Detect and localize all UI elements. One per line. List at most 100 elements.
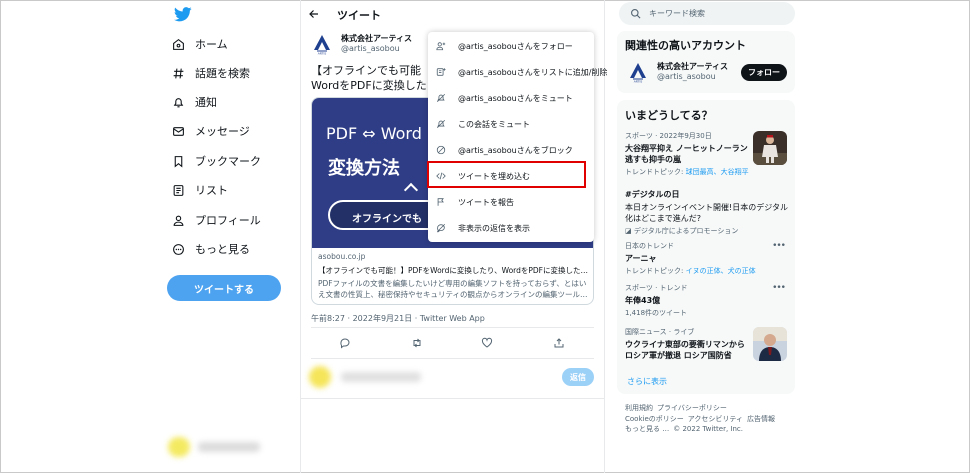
account-switcher[interactable] [168,437,278,457]
menu-item-mute-user[interactable]: @artis_asobouさんをミュート [428,86,594,110]
author-handle[interactable]: @artis_asobou [341,44,400,53]
menu-item-label: @artis_asobouさんをミュート [458,93,573,103]
follow-icon [436,42,446,51]
tweet-text-line: 【オフラインでも可能 [311,64,421,77]
more-dots-icon[interactable]: ••• [772,241,786,251]
trend-topics-prefix: トレンドトピック: [625,168,686,176]
share-icon[interactable] [553,337,565,349]
page-header: ツイート [301,0,604,28]
reply-composer[interactable] [309,364,449,390]
nav-item-label: もっと見る [195,243,250,256]
trend-category: 日本のトレンド [625,242,674,250]
footer-link[interactable]: もっと見る … [625,425,669,433]
trends-title: いまどうしてる？ [625,109,713,122]
tweet-text: 【オフラインでも可能 WordをPDFに変換した [311,63,431,93]
trend-item[interactable]: スポーツ · トレンド 年俸43億 1,418件のツイート [625,283,790,318]
trend-topics: トレンドトピック: 球団最高、大谷翔平 [625,167,790,177]
envelope-icon [173,126,184,136]
menu-item-block[interactable]: @artis_asobouさんをブロック [428,138,594,162]
hashtag-icon [173,68,184,78]
back-arrow-icon[interactable] [308,8,320,20]
card-image-subheading: 変換方法 [328,158,400,179]
menu-item-label: 非表示の返信を表示 [458,223,530,233]
artis-logo-avatar[interactable]: ARTIS [627,61,649,83]
more-dots-icon[interactable]: ••• [772,283,786,293]
tweet-text-line: WordをPDFに変換した [311,79,427,92]
trend-title: アーニャ [625,254,657,263]
twitter-bird-icon[interactable] [174,7,192,22]
trend-item-promoted[interactable]: #デジタルの日 本日オンラインイベント開催!日本のデジタル 化はどこまで進んだ?… [625,187,790,236]
trend-body: 化はどこまで進んだ? [625,214,702,223]
divider [311,358,594,359]
menu-item-label: @artis_asobouさんをブロック [458,145,573,155]
card-image-pill-label: オフラインでも [352,214,422,225]
menu-item-follow[interactable]: @artis_asobouさんをフォロー [428,34,594,58]
reply-icon[interactable] [339,337,351,349]
card-title: 【オフラインでも可能！】PDFをWordに変換したり、WordをPDFに変換した… [318,266,588,275]
trend-topics-prefix: トレンドトピック: [625,267,686,275]
promoted-label: ◪ デジタル庁によるプロモーション [625,226,790,236]
trend-topics-link[interactable]: 球団最高、大谷翔平 [686,168,749,176]
hidden-reply-icon [436,223,446,233]
nav-item-notifications[interactable]: 通知 [172,91,217,113]
menu-item-add-to-list[interactable]: @artis_asobouさんをリストに追加/削除 [428,60,607,84]
like-heart-icon[interactable] [481,337,493,349]
avatar [309,366,331,388]
footer-link[interactable]: 広告情報 [747,415,775,423]
nav-item-more[interactable]: もっと見る [172,238,250,260]
menu-item-report[interactable]: ツイートを報告 [428,190,594,214]
promoted-icon: ◪ [625,227,634,235]
speech-bubble-tail [403,182,419,198]
search-box[interactable] [619,2,795,25]
nav-item-explore[interactable]: 話題を検索 [172,62,250,84]
nav-item-lists[interactable]: リスト [172,179,228,201]
tweet-button[interactable]: ツイートする [167,275,281,301]
card-image-heading: PDF ⇔ Word [326,124,422,143]
footer-link[interactable]: Cookieのポリシー [625,415,684,423]
right-sidebar: 関連性の高いアカウント ARTIS 株式会社アーティス @artis_asobo… [617,0,795,473]
menu-item-show-hidden-replies[interactable]: 非表示の返信を表示 [428,216,594,240]
flag-icon [437,198,444,206]
retweet-icon[interactable] [411,337,423,349]
menu-item-mute-conversation[interactable]: この会話をミュート [428,112,594,136]
related-accounts-panel: 関連性の高いアカウント ARTIS 株式会社アーティス @artis_asobo… [617,31,795,93]
artis-logo-avatar[interactable]: ARTIS [311,33,333,55]
trend-item[interactable]: 日本のトレンド アーニャ トレンドトピック: イヌの正体、犬の正体 [625,241,790,276]
footer-link[interactable]: プライバシーポリシー [657,404,727,412]
nav-item-label: プロフィール [195,214,261,227]
nav-item-home[interactable]: ホーム [172,33,228,55]
menu-item-label: @artis_asobouさんをフォロー [458,41,573,51]
mute-icon [436,93,446,103]
nav-item-messages[interactable]: メッセージ [172,120,250,142]
menu-item-label: ツイートを報告 [458,197,514,207]
person-icon [173,215,184,226]
show-more-link[interactable]: さらに表示 [627,376,667,387]
author-name[interactable]: 株式会社アーティス [341,33,412,44]
trend-tweet-count: 1,418件のツイート [625,309,688,317]
footer-link[interactable]: アクセシビリティ [688,415,743,423]
reply-button[interactable]: 返信 [562,368,594,386]
trend-title: 年俸43億 [625,296,661,305]
list-add-icon [436,68,446,76]
trend-topics-link[interactable]: イヌの正体、犬の正体 [686,267,756,275]
list-icon [173,184,184,196]
footer-links: 利用規約 プライバシーポリシー Cookieのポリシー アクセシビリティ 広告情報 も… [625,403,795,435]
bookmark-icon [174,155,183,168]
home-icon [173,38,184,50]
tweet-timestamp[interactable]: 午前8:27 · 2022年9月21日 · Twitter Web App [311,313,485,324]
promoted-text: デジタル庁によるプロモーション [633,227,739,235]
nav-item-profile[interactable]: プロフィール [172,209,261,231]
follow-button[interactable]: フォロー [741,64,787,81]
trend-body: 本日オンラインイベント開催!日本のデジタル [625,203,789,212]
more-circle-icon [173,243,184,255]
search-input[interactable] [649,6,789,21]
menu-item-label: @artis_asobouさんをリストに追加/削除 [458,67,608,77]
nav-item-label: 話題を検索 [195,67,250,80]
page-title: ツイート [337,9,381,22]
footer-link[interactable]: 利用規約 [625,404,653,412]
svg-text:ARTIS: ARTIS [318,52,327,56]
nav-item-bookmarks[interactable]: ブックマーク [172,150,261,172]
related-account-handle[interactable]: @artis_asobou [657,72,716,81]
mute-icon [436,119,446,129]
related-account-name[interactable]: 株式会社アーティス [657,61,728,72]
